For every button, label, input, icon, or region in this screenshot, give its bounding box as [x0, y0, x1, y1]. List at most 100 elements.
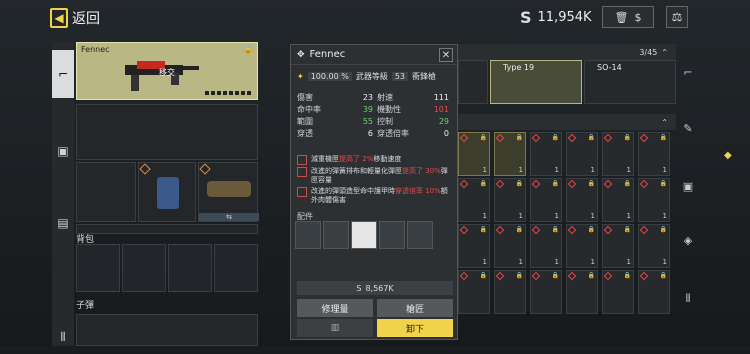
ammo-section-label: 子彈 — [76, 301, 95, 311]
stat-name: 射速 — [377, 92, 393, 102]
stash-item-cell[interactable]: 🔒 1 — [530, 132, 562, 176]
stash-item-cell[interactable]: 🔒 1 — [458, 132, 490, 176]
stash-item-cell[interactable]: 🔒 1 — [602, 178, 634, 222]
item-count: 1 — [554, 166, 559, 174]
stash-item-cell[interactable]: 🔒 1 — [638, 224, 670, 268]
popup-header: ✥ Fennec — [291, 45, 457, 65]
lock-icon: 🔒 — [587, 226, 595, 233]
stash-item-cell[interactable]: 🔒 — [530, 270, 562, 314]
stat-value: 6 — [367, 128, 373, 138]
stash-item-cell[interactable]: 🔒 — [458, 270, 490, 314]
attachment-slot[interactable] — [407, 221, 433, 249]
stash-item-cell[interactable]: 🔒 — [494, 270, 526, 314]
popup-title: Fennec — [309, 49, 346, 60]
lock-icon: 🔒 — [623, 226, 631, 233]
backpack-cell[interactable] — [214, 244, 258, 292]
item-count: 1 — [590, 258, 595, 266]
equipped-weapon-card[interactable]: Fennec 🔒 移交 — [76, 42, 258, 100]
unequip-button[interactable]: 卸下 — [377, 319, 453, 337]
stash-item-cell[interactable]: 🔒 1 — [494, 132, 526, 176]
back-button[interactable]: ◀ 返回 — [50, 8, 100, 28]
stash-weapon-cell[interactable]: Type 19 — [490, 60, 582, 104]
category-backpack[interactable]: ▤ — [52, 206, 74, 240]
backpack-cell[interactable] — [122, 244, 166, 292]
mod-text: 改進的彈頭造型命中護甲時穿透倍率 10%額外肉體傷害 — [311, 187, 448, 204]
stash-item-cell[interactable]: 🔒 1 — [602, 224, 634, 268]
trash-sell-button[interactable]: 🗑 $ — [602, 6, 654, 28]
category-weapon[interactable]: ⌐ — [52, 50, 74, 98]
stash-item-cell[interactable]: 🔒 1 — [458, 178, 490, 222]
mod-item: 改進的彈簧排布和輕量化彈匣提高了 30%彈匣容量 — [297, 167, 453, 185]
close-button[interactable]: ✕ — [439, 48, 453, 62]
attachment-slot[interactable] — [351, 221, 377, 249]
diamond-icon[interactable]: ◈ — [680, 234, 696, 250]
attachment-slot[interactable] — [295, 221, 321, 249]
ammo-grid[interactable] — [76, 314, 258, 346]
rarity-icon — [603, 225, 613, 235]
weapon-level: 53 — [391, 71, 409, 81]
mods-list: 減重機匣提高了 2%移動速度 改進的彈簧排布和輕量化彈匣提高了 30%彈匣容量 改進… — [297, 155, 453, 207]
item-count: 1 — [554, 212, 559, 220]
lock-icon: 🔒 — [551, 134, 559, 141]
vest-icon: ▣ — [57, 144, 69, 158]
rarity-icon — [495, 179, 505, 189]
item-count: 1 — [518, 166, 523, 174]
item-count: 1 — [590, 166, 595, 174]
stash-item-cell[interactable]: 🔒 1 — [566, 178, 598, 222]
gunsmith-button[interactable]: 槍匠 — [377, 299, 453, 317]
lock-icon: 🔒 — [479, 180, 487, 187]
attachment-slot[interactable] — [379, 221, 405, 249]
stash-weapon-cell[interactable]: SO-14 — [584, 60, 676, 104]
stash-item-cell[interactable]: 🔒 1 — [638, 132, 670, 176]
lock-icon: 🔒 — [515, 272, 523, 279]
ammo-icon: ⦀ — [60, 329, 66, 344]
stash-item-cell[interactable]: 🔒 — [602, 270, 634, 314]
vest-icon[interactable]: ▣ — [680, 180, 696, 196]
mod-icon — [297, 167, 307, 177]
stash-item-cell[interactable]: 🔒 — [566, 270, 598, 314]
stash-item-cell[interactable]: 🔒 1 — [566, 132, 598, 176]
item-count: 1 — [626, 258, 631, 266]
weapon-type-icon: ✥ — [297, 49, 305, 60]
stash-item-cell[interactable]: 🔒 1 — [530, 224, 562, 268]
ammo-icon[interactable]: ⦀ — [680, 292, 696, 308]
stash-item-cell[interactable]: 🔒 1 — [458, 224, 490, 268]
rarity-icon — [459, 133, 469, 143]
stat-name: 控制 — [377, 116, 393, 126]
container-slot[interactable]: ⇆ — [198, 162, 259, 222]
stat-value: 39 — [362, 104, 373, 114]
stash-item-cell[interactable]: 🔒 1 — [638, 178, 670, 222]
back-label: 返回 — [72, 11, 100, 27]
sort-scale-button[interactable]: ⚖ — [666, 6, 688, 28]
category-ammo[interactable]: ⦀ — [52, 320, 74, 354]
backpack-cell[interactable] — [168, 244, 212, 292]
lock-icon: 🔒 — [623, 272, 631, 279]
stat-row: 命中率 39 機動性 101 — [297, 103, 457, 115]
trash-icon: 🗑 — [614, 10, 629, 24]
wrench-icon[interactable]: ✎ — [680, 122, 696, 138]
secondary-weapon-slot[interactable] — [76, 104, 258, 160]
repair-button[interactable]: 修理量 — [297, 299, 373, 317]
backpack-cell[interactable] — [76, 244, 120, 292]
stat-value: 23 — [362, 92, 373, 102]
rarity-icon — [603, 179, 613, 189]
star-icon: ✦ — [297, 71, 304, 81]
stash-item-cell[interactable]: 🔒 1 — [530, 178, 562, 222]
attachment-slot[interactable] — [323, 221, 349, 249]
armor-slot[interactable] — [76, 162, 136, 222]
stash-item-cell[interactable]: 🔒 1 — [566, 224, 598, 268]
attachments-row — [295, 221, 433, 249]
inspect-button[interactable]: ▥ — [297, 319, 373, 337]
category-armor[interactable]: ▣ — [52, 134, 74, 168]
stat-value: 55 — [362, 116, 373, 126]
stat-value: 101 — [433, 104, 449, 114]
stat-row: 傷害 23 射速 111 — [297, 91, 457, 103]
backpack-slot[interactable] — [138, 162, 196, 222]
stash-weapon-cell[interactable] — [458, 60, 488, 104]
stash-item-cell[interactable]: 🔒 1 — [494, 178, 526, 222]
stash-item-cell[interactable]: 🔒 — [638, 270, 670, 314]
stat-name: 機動性 — [377, 104, 401, 114]
stash-item-cell[interactable]: 🔒 1 — [602, 132, 634, 176]
stash-item-cell[interactable]: 🔒 1 — [494, 224, 526, 268]
pistol-icon[interactable]: ⌐ — [680, 66, 696, 82]
